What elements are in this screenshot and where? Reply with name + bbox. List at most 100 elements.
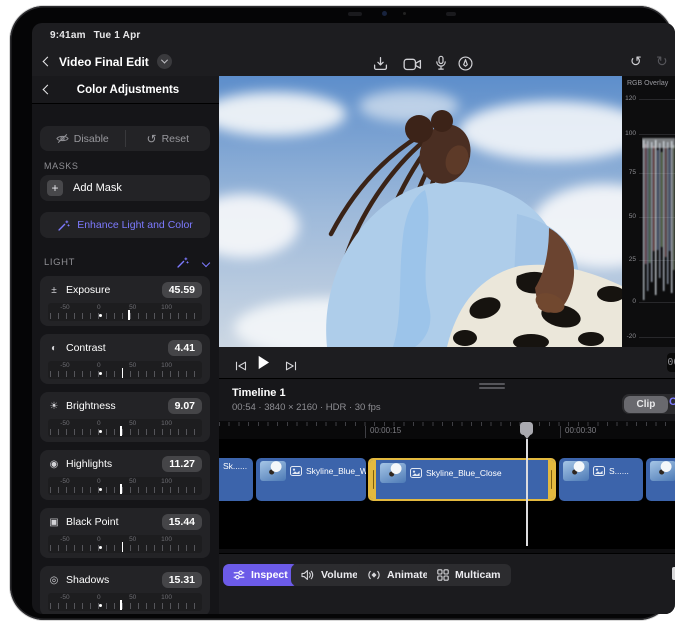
skip-back-button[interactable] <box>235 358 247 376</box>
project-title: Video Final Edit <box>59 55 149 69</box>
volume-icon <box>301 569 315 581</box>
button-label: Multicam <box>455 569 501 581</box>
slider-cursor[interactable] <box>128 310 130 320</box>
tick-marks <box>50 371 200 377</box>
undo-button[interactable]: ↺ <box>630 54 642 68</box>
slider-brightness: ☀Brightness9.07 -50050100 <box>40 392 210 442</box>
contrast-icon: ◐ <box>48 343 60 354</box>
page: 9:41amTue 1 Apr Video Final Edit <box>0 0 677 626</box>
mode-clip[interactable]: Clip <box>624 396 669 413</box>
multicam-button[interactable]: Multicam <box>427 564 511 586</box>
clip-partial-s[interactable]: S...... <box>559 458 643 501</box>
clip-partial-left[interactable]: Sk...... <box>219 458 253 501</box>
import-button[interactable] <box>373 56 388 76</box>
light-label: LIGHT <box>44 257 176 268</box>
trim-handle-left[interactable] <box>370 460 376 499</box>
title-dropdown-button[interactable] <box>157 54 172 69</box>
rgb-overlay-scope: RGB Overlay 120 100 75 50 25 0 -20 <box>622 76 675 347</box>
slider-cursor[interactable] <box>122 542 124 552</box>
import-icon <box>373 56 388 71</box>
slider-cursor[interactable] <box>120 484 122 494</box>
inspect-icon <box>233 569 245 581</box>
top-toolbar: 9:41amTue 1 Apr Video Final Edit <box>32 23 675 76</box>
ruler-ticks <box>219 422 675 426</box>
slider-cursor[interactable] <box>122 368 124 378</box>
tick-marks <box>50 603 200 609</box>
playhead-handle[interactable] <box>520 422 533 435</box>
reset-label: Reset <box>162 133 189 145</box>
highlights-icon: ◉ <box>48 459 60 470</box>
skip-forward-button[interactable] <box>285 358 297 376</box>
redo-button[interactable]: ↻ <box>656 54 668 68</box>
disable-button[interactable]: Disable <box>40 126 125 151</box>
clip-partial-right[interactable] <box>646 458 675 501</box>
back-chevron-icon[interactable] <box>43 57 53 67</box>
play-button[interactable] <box>257 355 270 375</box>
timeline-tracks: Sk...... Skyline_Blue_Wide <box>219 439 675 549</box>
default-marker <box>99 372 102 375</box>
clip-name: Skyline_Blue_Close <box>426 468 502 478</box>
scope-tick: 100 <box>622 130 636 137</box>
slider-value[interactable]: 9.07 <box>168 398 202 414</box>
transport-bar: 00:00:27:17 <box>219 347 675 379</box>
light-section-header[interactable]: LIGHT <box>44 256 209 269</box>
clip-skyline-blue-close[interactable]: Skyline_Blue_Close <box>368 458 556 501</box>
slider-ruler[interactable]: -50050100 <box>48 303 202 321</box>
tick-label: 100 <box>161 304 172 311</box>
enhance-light-color-button[interactable]: Enhance Light and Color <box>40 212 210 238</box>
add-mask-button[interactable]: + Add Mask <box>40 175 210 201</box>
panel-header: Color Adjustments <box>32 76 219 104</box>
slider-value[interactable]: 11.27 <box>162 456 202 472</box>
status-time: 9:41am <box>50 30 86 41</box>
slider-cursor[interactable] <box>120 426 122 436</box>
enhance-label: Enhance Light and Color <box>77 219 193 231</box>
timeline-ruler[interactable]: 00:00:15 00:00:30 <box>219 421 675 439</box>
clip-name: Skyline_Blue_Wide <box>306 466 366 476</box>
slider-ruler[interactable]: -50050100 <box>48 361 202 379</box>
tick-label: 0 <box>97 478 101 485</box>
slider-ruler[interactable]: -50050100 <box>48 535 202 553</box>
annotate-button[interactable] <box>458 56 473 76</box>
tick-label: -50 <box>60 304 69 311</box>
camera-button[interactable] <box>403 58 422 76</box>
status-bar: 9:41amTue 1 Apr <box>50 30 148 41</box>
slider-value[interactable]: 15.31 <box>162 572 202 588</box>
slider-ruler[interactable]: -50050100 <box>48 477 202 495</box>
clip-name: S...... <box>609 466 629 476</box>
brightness-icon: ☀ <box>48 401 60 412</box>
edit-mode-segmented-control: Clip Range Edge <box>622 394 675 414</box>
trim-handle-right[interactable] <box>548 460 554 499</box>
tick-label: 50 <box>129 304 136 311</box>
clip-skyline-blue-wide[interactable]: Skyline_Blue_Wide <box>256 458 366 501</box>
tick-label: 100 <box>161 478 172 485</box>
slider-ruler[interactable]: -50050100 <box>48 593 202 611</box>
slider-value[interactable]: 15.44 <box>162 514 202 530</box>
slider-value[interactable]: 4.41 <box>168 340 202 356</box>
project-title-row[interactable]: Video Final Edit <box>44 54 172 69</box>
slider-ruler[interactable]: -50050100 <box>48 419 202 437</box>
tick-marks <box>50 429 200 435</box>
clip-thumbnail <box>650 461 675 481</box>
slider-value[interactable]: 45.59 <box>162 282 202 298</box>
clipped-edge-button[interactable]: C <box>669 396 675 408</box>
scope-tick: -20 <box>622 333 636 340</box>
multicam-icon <box>437 569 449 581</box>
default-marker <box>99 488 102 491</box>
video-preview[interactable] <box>219 76 622 347</box>
playhead-line[interactable] <box>526 439 528 546</box>
reset-button[interactable]: ↺ Reset <box>126 126 211 151</box>
timeline-name: Timeline 1 <box>232 387 286 399</box>
chevron-down-icon[interactable] <box>202 258 210 266</box>
shadows-icon: ◎ <box>48 575 60 586</box>
mic-button[interactable] <box>435 55 447 76</box>
ipad-frame: 9:41amTue 1 Apr Video Final Edit <box>10 6 673 620</box>
preview-frame-art <box>219 76 622 347</box>
slider-cursor[interactable] <box>120 600 122 610</box>
tick-label: 0 <box>97 420 101 427</box>
bezel-sensor <box>348 12 362 16</box>
inspect-button[interactable]: Inspect <box>223 564 298 586</box>
clipped-right-control[interactable] <box>672 567 675 580</box>
magic-wand-icon <box>57 219 70 232</box>
panel-drag-handle[interactable] <box>479 383 505 391</box>
slider-label: Exposure <box>66 284 156 296</box>
